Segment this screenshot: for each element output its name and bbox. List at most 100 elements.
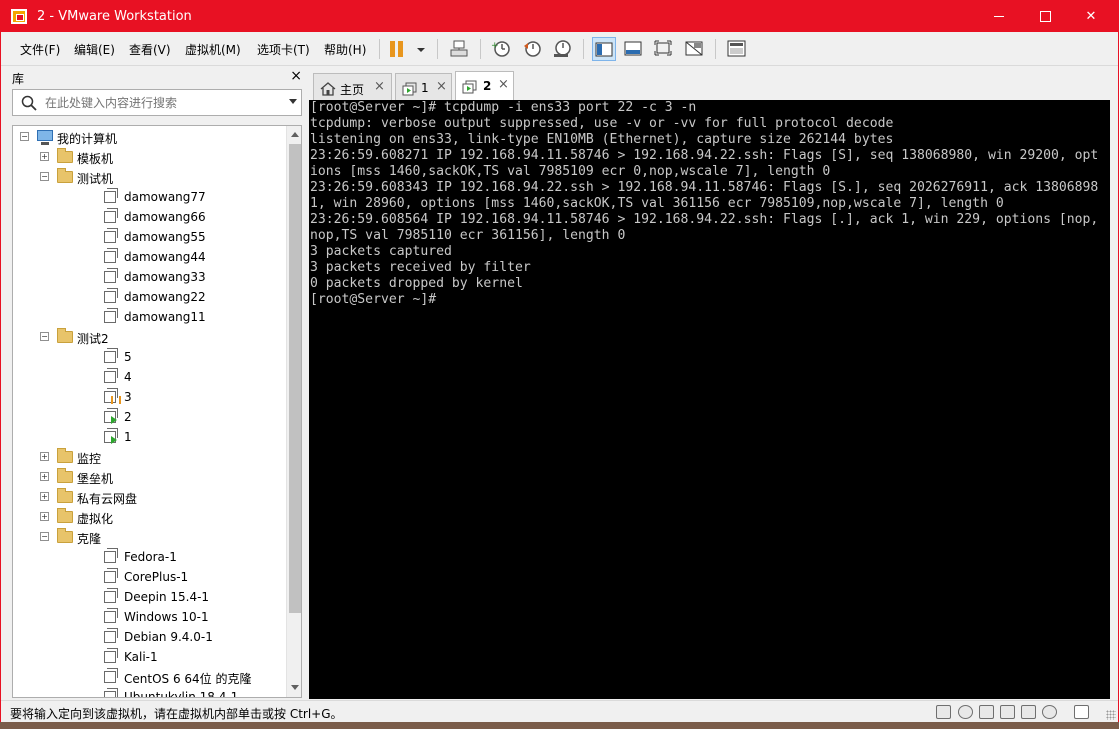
tab-vm-1[interactable]: 1 × <box>395 73 452 100</box>
expand-icon[interactable]: + <box>40 152 49 161</box>
maximize-button[interactable] <box>1022 1 1068 32</box>
tree-vm-item[interactable]: Windows 10-1 <box>13 607 285 627</box>
power-dropdown-button[interactable] <box>411 37 435 61</box>
tree-item-label: Ubuntukylin 18.4-1 <box>124 690 239 698</box>
folder-icon <box>57 328 73 343</box>
menu-file[interactable]: 文件(F) <box>20 41 60 58</box>
tree-vm-item[interactable]: 2 <box>13 407 285 427</box>
revert-snapshot-button[interactable] <box>520 37 544 61</box>
console-line: 1, win 28960, options [mss 1460,sackOK,T… <box>310 196 1004 211</box>
send-ctrl-alt-del-button[interactable] <box>447 37 471 61</box>
resize-grip[interactable] <box>1106 710 1116 720</box>
tree-vm-item[interactable]: Debian 9.4.0-1 <box>13 627 285 647</box>
tree-scrollbar[interactable] <box>286 126 301 697</box>
tree-folder[interactable]: − 测试机 <box>13 167 285 187</box>
tree-folder[interactable]: + 监控 <box>13 447 285 467</box>
tree-vm-item[interactable]: Ubuntukylin 18.4-1 <box>13 687 285 698</box>
snapshot-manager-button[interactable] <box>550 37 574 61</box>
tree-vm-item[interactable]: damowang33 <box>13 267 285 287</box>
collapse-icon[interactable]: − <box>20 132 29 141</box>
tree-vm-item[interactable]: 3 <box>13 387 285 407</box>
printer-icon[interactable] <box>1000 705 1015 719</box>
collapse-icon[interactable]: − <box>40 532 49 541</box>
network-icon[interactable] <box>979 705 994 719</box>
vm-icon <box>104 568 118 583</box>
tab-home[interactable]: 主页 × <box>313 73 392 100</box>
sound-icon[interactable] <box>1021 705 1036 719</box>
expand-icon[interactable]: + <box>40 472 49 481</box>
tree-folder[interactable]: + 虚拟化 <box>13 507 285 527</box>
tree-root[interactable]: − 我的计算机 <box>13 127 285 147</box>
collapse-icon[interactable]: − <box>40 172 49 181</box>
library-view-button[interactable] <box>592 37 616 61</box>
vm-icon <box>104 308 118 323</box>
pause-button[interactable] <box>387 37 411 61</box>
minimize-button[interactable] <box>976 1 1022 32</box>
menu-tabs[interactable]: 选项卡(T) <box>257 41 310 58</box>
console-view-button[interactable] <box>622 37 646 61</box>
tree-folder[interactable]: + 私有云网盘 <box>13 487 285 507</box>
folder-icon <box>57 148 73 163</box>
tree-folder[interactable]: + 模板机 <box>13 147 285 167</box>
tree-item-label: Fedora-1 <box>124 550 177 564</box>
vm-console[interactable]: [root@Server ~]# tcpdump -i ens33 port 2… <box>309 100 1110 699</box>
expand-icon[interactable]: + <box>40 492 49 501</box>
tree-vm-item[interactable]: 4 <box>13 367 285 387</box>
tree-folder[interactable]: − 测试2 <box>13 327 285 347</box>
tree-vm-item[interactable]: Deepin 15.4-1 <box>13 587 285 607</box>
library-search-box[interactable] <box>12 89 302 116</box>
message-icon[interactable] <box>1074 705 1089 719</box>
tree-folder[interactable]: − 克隆 <box>13 527 285 547</box>
tree-vm-item[interactable]: damowang55 <box>13 227 285 247</box>
cdrom-icon[interactable] <box>958 705 973 719</box>
tab-vm-2[interactable]: 2 × <box>455 71 514 100</box>
status-bar: 要将输入定向到该虚拟机，请在虚拟机内部单击或按 Ctrl+G。 <box>1 700 1118 722</box>
scroll-thumb[interactable] <box>289 144 301 613</box>
search-icon <box>21 95 37 111</box>
expand-icon[interactable]: + <box>40 452 49 461</box>
thumbnail-bar-button[interactable] <box>725 37 749 61</box>
tree-vm-item[interactable]: Kali-1 <box>13 647 285 667</box>
tree-item-label: damowang11 <box>124 310 206 324</box>
tree-vm-item[interactable]: CorePlus-1 <box>13 567 285 587</box>
library-tree[interactable]: − 我的计算机 + 模板机 − 测试机 damowang77 damowang66 damowa… <box>12 125 302 698</box>
tab-vm-1-label: 1 <box>421 81 429 95</box>
tree-folder[interactable]: + 堡垒机 <box>13 467 285 487</box>
close-library-button[interactable]: × <box>290 68 302 84</box>
tab-vm-2-close-icon[interactable]: × <box>498 77 509 92</box>
tab-vm-1-close-icon[interactable]: × <box>436 79 447 94</box>
tree-vm-item[interactable]: damowang11 <box>13 307 285 327</box>
scroll-up-icon[interactable] <box>291 132 299 137</box>
expand-icon[interactable]: + <box>40 512 49 521</box>
tree-vm-item[interactable]: CentOS 6 64位 的克隆 <box>13 667 285 687</box>
vm-icon <box>104 348 118 363</box>
folder-icon <box>57 448 73 463</box>
menu-help[interactable]: 帮助(H) <box>324 41 366 58</box>
tree-vm-item[interactable]: damowang66 <box>13 207 285 227</box>
tree-item-label: damowang22 <box>124 290 206 304</box>
search-dropdown-icon[interactable] <box>289 99 297 104</box>
display-icon[interactable] <box>1042 705 1057 719</box>
take-snapshot-button[interactable]: + <box>489 37 513 61</box>
tree-vm-item[interactable]: Fedora-1 <box>13 547 285 567</box>
tab-home-close-icon[interactable]: × <box>374 79 385 94</box>
tree-vm-item[interactable]: damowang44 <box>13 247 285 267</box>
collapse-icon[interactable]: − <box>40 332 49 341</box>
menu-view[interactable]: 查看(V) <box>129 41 171 58</box>
menu-edit[interactable]: 编辑(E) <box>74 41 115 58</box>
tree-vm-item[interactable]: damowang22 <box>13 287 285 307</box>
scroll-down-icon[interactable] <box>291 685 299 690</box>
fullscreen-button[interactable] <box>652 37 676 61</box>
vm-icon <box>104 648 118 663</box>
tree-vm-item[interactable]: 1 <box>13 427 285 447</box>
tree-vm-item[interactable]: 5 <box>13 347 285 367</box>
menu-vm[interactable]: 虚拟机(M) <box>185 41 241 58</box>
search-input[interactable] <box>45 94 277 112</box>
unity-button[interactable] <box>683 37 707 61</box>
hdd-icon[interactable] <box>936 705 951 719</box>
vm-icon <box>104 608 118 623</box>
tree-vm-item[interactable]: damowang77 <box>13 187 285 207</box>
pause-icon <box>390 41 404 57</box>
close-window-button[interactable]: ✕ <box>1068 1 1114 32</box>
title-bar[interactable]: 2 - VMware Workstation ✕ <box>1 1 1118 32</box>
